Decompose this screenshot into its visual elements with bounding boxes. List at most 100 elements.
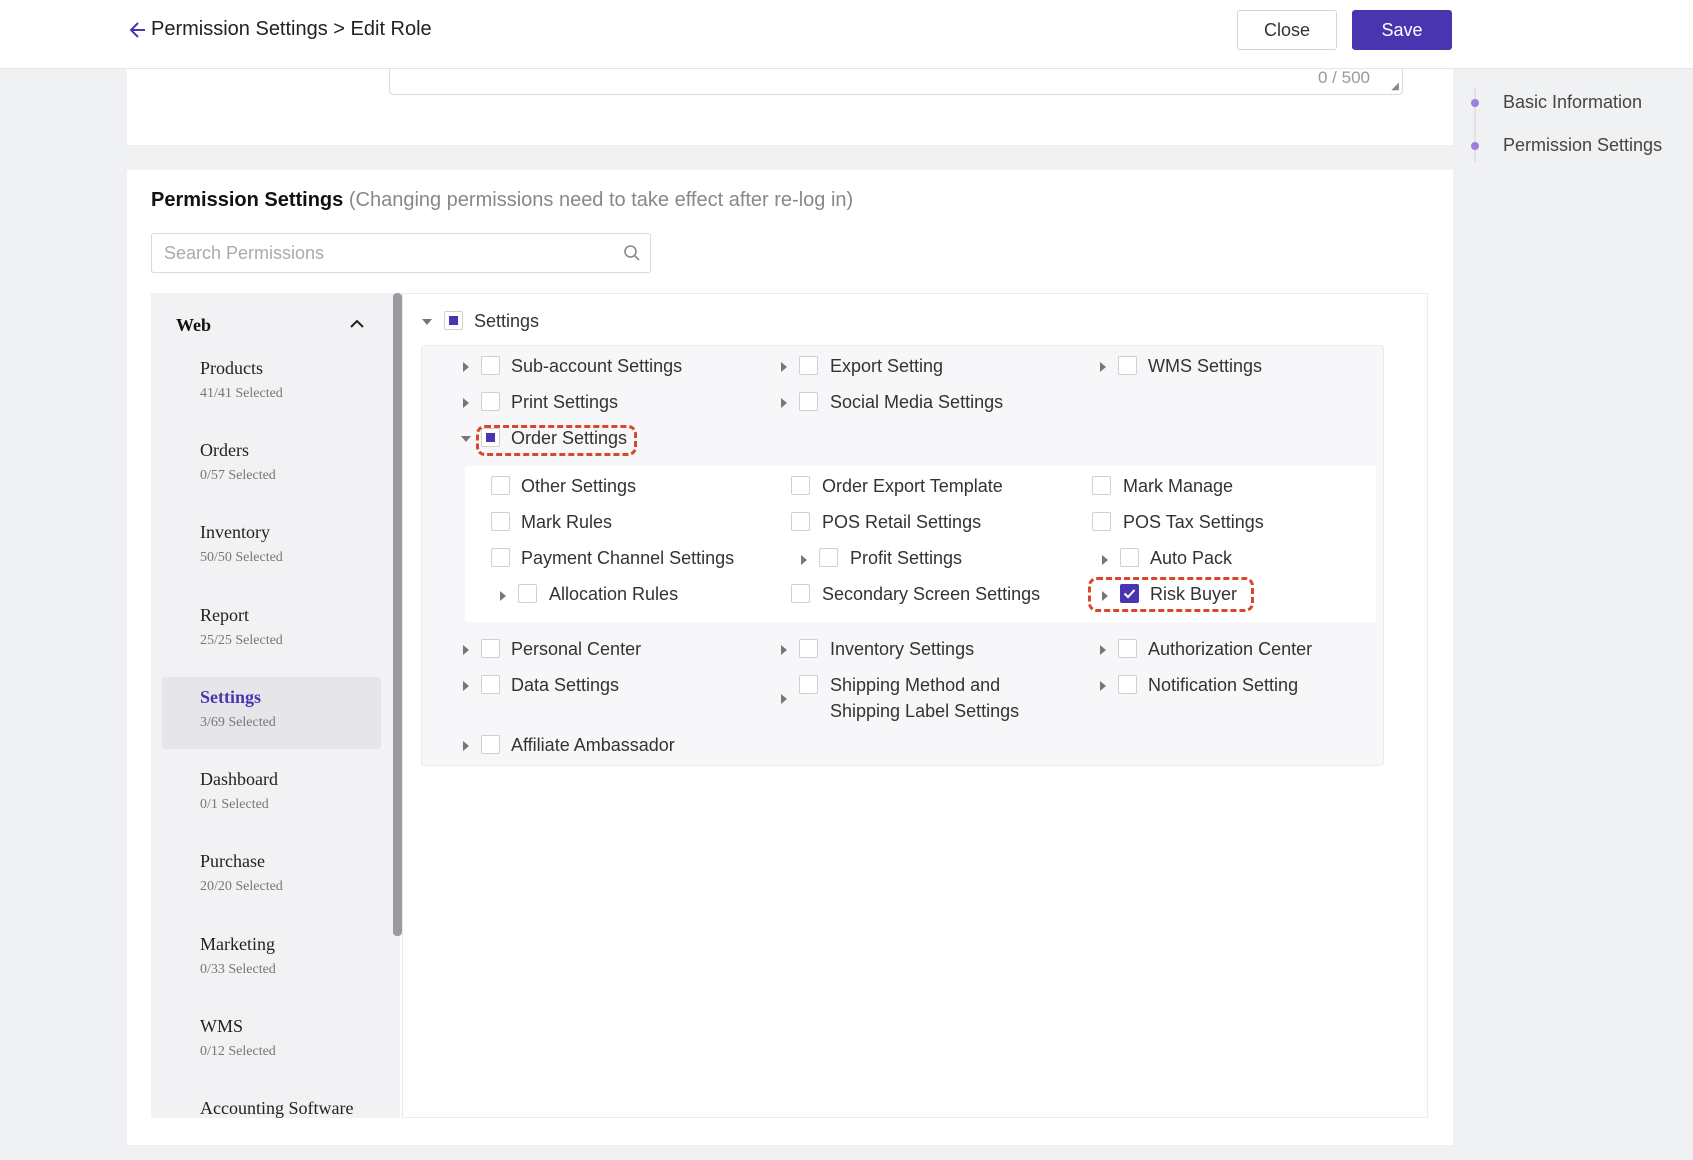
tree-checkbox[interactable] [1120, 548, 1139, 567]
settings-checkbox[interactable] [444, 311, 463, 330]
nav-group-web[interactable]: Web [176, 315, 211, 336]
tree-node-inventory-settings[interactable]: Inventory Settings [830, 639, 974, 660]
caret-right-icon[interactable] [460, 397, 472, 409]
tree-checkbox[interactable] [799, 675, 818, 694]
tree-node-mark-manage[interactable]: Mark Manage [1123, 476, 1233, 497]
tree-node-secondary-screen-settings[interactable]: Secondary Screen Settings [822, 584, 1040, 605]
nav-item-count: 25/25 Selected [200, 633, 283, 648]
nav-item-settings[interactable]: Settings 3/69 Selected [162, 677, 381, 749]
caret-right-icon[interactable] [460, 680, 472, 692]
tree-node-profit-settings[interactable]: Profit Settings [850, 548, 962, 569]
tree-node-data-settings[interactable]: Data Settings [511, 675, 619, 696]
caret-right-icon[interactable] [778, 397, 790, 409]
close-button[interactable]: Close [1237, 10, 1337, 50]
tree-checkbox[interactable] [518, 584, 537, 603]
tree-node-export-setting[interactable]: Export Setting [830, 356, 943, 377]
caret-right-icon[interactable] [1097, 644, 1109, 656]
caret-right-icon[interactable] [497, 590, 509, 602]
caret-right-icon[interactable] [798, 554, 810, 566]
nav-item-report[interactable]: Report 25/25 Selected [162, 595, 381, 667]
tree-node-social-media-settings[interactable]: Social Media Settings [830, 392, 1003, 413]
tree-checkbox[interactable] [491, 476, 510, 495]
caret-right-icon[interactable] [460, 361, 472, 373]
tree-node-other-settings[interactable]: Other Settings [521, 476, 636, 497]
nav-item-name: Report [200, 605, 249, 625]
tree-node-shipping-method-line2[interactable]: Shipping Label Settings [830, 701, 1019, 722]
tree-checkbox[interactable] [819, 548, 838, 567]
anchor-dot [1471, 98, 1479, 107]
tree-node-mark-rules[interactable]: Mark Rules [521, 512, 612, 533]
caret-right-icon[interactable] [1099, 554, 1111, 566]
description-textarea[interactable]: 0 / 500 ◢ [389, 68, 1403, 95]
anchor-basic-information[interactable]: Basic Information [1463, 92, 1642, 113]
nav-item-products[interactable]: Products 41/41 Selected [162, 348, 381, 420]
caret-right-icon[interactable] [778, 644, 790, 656]
tree-checkbox[interactable] [791, 476, 810, 495]
module-nav-scrollbar[interactable] [393, 293, 402, 936]
tree-checkbox[interactable] [481, 735, 500, 754]
tree-node-personal-center[interactable]: Personal Center [511, 639, 641, 660]
anchor-permission-settings[interactable]: Permission Settings [1463, 135, 1662, 156]
risk-buyer-highlight [1088, 577, 1254, 612]
chevron-up-icon[interactable] [348, 315, 366, 333]
search-permissions-input[interactable] [151, 233, 651, 273]
resize-handle-icon[interactable]: ◢ [1391, 81, 1399, 92]
tree-node-notification-setting[interactable]: Notification Setting [1148, 675, 1298, 696]
nav-item-name: Settings [200, 687, 262, 707]
tree-checkbox[interactable] [799, 356, 818, 375]
back-arrow-icon[interactable] [128, 18, 148, 42]
nav-item-purchase[interactable]: Purchase 20/20 Selected [162, 841, 381, 913]
caret-down-icon[interactable] [460, 433, 472, 445]
nav-item-wms[interactable]: WMS 0/12 Selected [162, 1006, 381, 1078]
tree-node-order-export-template[interactable]: Order Export Template [822, 476, 1003, 497]
section-title-text: Permission Settings [151, 189, 344, 211]
nav-item-count: 3/69 Selected [200, 715, 276, 730]
nav-item-accounting-software[interactable]: Accounting Software [162, 1088, 381, 1118]
nav-item-inventory[interactable]: Inventory 50/50 Selected [162, 512, 381, 584]
caret-right-icon[interactable] [460, 644, 472, 656]
tree-checkbox[interactable] [1118, 675, 1137, 694]
tree-node-affiliate-ambassador[interactable]: Affiliate Ambassador [511, 735, 675, 756]
tree-node-auto-pack[interactable]: Auto Pack [1150, 548, 1232, 569]
tree-checkbox[interactable] [799, 392, 818, 411]
nav-item-name: Products [200, 358, 263, 378]
tree-node-pos-tax-settings[interactable]: POS Tax Settings [1123, 512, 1264, 533]
anchor-label: Basic Information [1503, 92, 1643, 112]
tree-checkbox[interactable] [481, 675, 500, 694]
tree-node-pos-retail-settings[interactable]: POS Retail Settings [822, 512, 981, 533]
caret-right-icon[interactable] [1097, 361, 1109, 373]
tree-checkbox[interactable] [481, 639, 500, 658]
nav-item-orders[interactable]: Orders 0/57 Selected [162, 430, 381, 502]
tree-checkbox[interactable] [799, 639, 818, 658]
tree-checkbox[interactable] [791, 512, 810, 531]
tree-checkbox[interactable] [1118, 639, 1137, 658]
caret-down-icon[interactable] [421, 316, 433, 328]
tree-checkbox[interactable] [1092, 512, 1111, 531]
tree-node-wms-settings[interactable]: WMS Settings [1148, 356, 1262, 377]
caret-right-icon[interactable] [778, 361, 790, 373]
search-icon[interactable] [623, 244, 641, 262]
tree-node-sub-account-settings[interactable]: Sub-account Settings [511, 356, 682, 377]
caret-right-icon[interactable] [1097, 680, 1109, 692]
tree-checkbox[interactable] [491, 512, 510, 531]
nav-item-name: Inventory [200, 522, 270, 542]
caret-right-icon[interactable] [460, 740, 472, 752]
caret-right-icon[interactable] [778, 693, 790, 705]
tree-node-print-settings[interactable]: Print Settings [511, 392, 618, 413]
tree-checkbox[interactable] [491, 548, 510, 567]
save-button[interactable]: Save [1352, 10, 1452, 50]
tree-node-authorization-center[interactable]: Authorization Center [1148, 639, 1312, 660]
tree-node-allocation-rules[interactable]: Allocation Rules [549, 584, 678, 605]
tree-checkbox[interactable] [481, 392, 500, 411]
tree-node-settings[interactable]: Settings [474, 311, 539, 332]
nav-item-dashboard[interactable]: Dashboard 0/1 Selected [162, 759, 381, 831]
nav-item-marketing[interactable]: Marketing 0/33 Selected [162, 924, 381, 996]
tree-node-shipping-method[interactable]: Shipping Method and [830, 675, 1000, 696]
tree-node-payment-channel-settings[interactable]: Payment Channel Settings [521, 548, 734, 569]
tree-checkbox[interactable] [1118, 356, 1137, 375]
nav-item-name: Orders [200, 440, 249, 460]
nav-item-name: WMS [200, 1016, 244, 1036]
tree-checkbox[interactable] [481, 356, 500, 375]
tree-checkbox[interactable] [791, 584, 810, 603]
tree-checkbox[interactable] [1092, 476, 1111, 495]
